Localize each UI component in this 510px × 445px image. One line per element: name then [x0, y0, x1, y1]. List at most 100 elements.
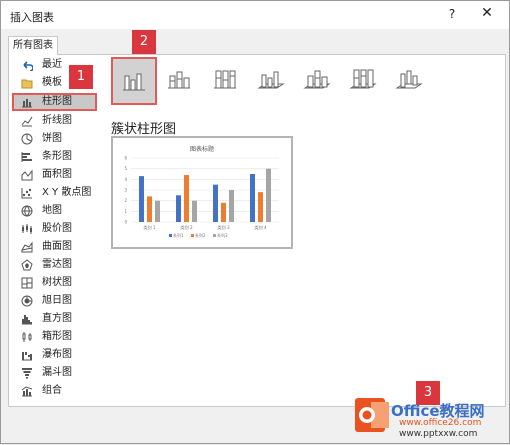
y-tick-label: 0 — [124, 220, 127, 225]
nav-item-label: 组合 — [42, 385, 62, 396]
bar-3-4 — [266, 168, 271, 222]
nav-item-line-chart[interactable]: 折线图 — [12, 112, 97, 130]
nav-item-stock-chart[interactable]: 股价图 — [12, 220, 97, 238]
nav-item-bar-chart[interactable]: 条形图 — [12, 148, 97, 166]
subtype-3d-100-stacked-column[interactable] — [343, 59, 383, 99]
stock-chart-icon — [21, 223, 33, 235]
nav-item-label: 瀑布图 — [42, 349, 72, 360]
x-tick-label: 类别 1 — [143, 224, 156, 231]
bar-chart-icon — [21, 151, 33, 163]
nav-item-sunburst-chart[interactable]: 旭日图 — [12, 292, 97, 310]
sunburst-chart-icon — [21, 295, 33, 307]
column-chart-icon — [21, 96, 33, 108]
nav-item-label: 股价图 — [42, 223, 72, 234]
box-whisker-chart-icon — [21, 331, 33, 343]
nav-item-label: 柱形图 — [42, 96, 72, 107]
combo-chart-icon — [21, 385, 33, 397]
legend-swatch — [191, 234, 194, 237]
close-button[interactable]: ✕ — [479, 5, 495, 21]
nav-item-label: 树状图 — [42, 277, 72, 288]
y-tick-label: 6 — [124, 156, 127, 161]
y-tick-label: 3 — [124, 188, 127, 193]
nav-item-label: 条形图 — [42, 151, 72, 162]
legend-label: 系列3 — [217, 232, 228, 238]
nav-item-area-chart[interactable]: 面积图 — [12, 166, 97, 184]
nav-item-map-chart[interactable]: 地图 — [12, 202, 97, 220]
percent-stacked-column-icon — [214, 70, 236, 89]
y-tick-label: 2 — [124, 198, 127, 203]
area-chart-icon — [21, 169, 33, 181]
y-tick-label: 1 — [124, 209, 127, 214]
subtype-3d-column[interactable] — [389, 59, 429, 99]
legend-label: 系列1 — [173, 232, 184, 238]
legend-swatch — [169, 234, 172, 237]
nav-item-label: 旭日图 — [42, 295, 72, 306]
nav-item-label: 直方图 — [42, 313, 72, 324]
subtype-clustered-column[interactable] — [111, 57, 157, 105]
nav-item-combo-chart[interactable]: 组合 — [12, 382, 97, 400]
subtype-3d-stacked-column[interactable] — [297, 59, 337, 99]
map-chart-icon — [21, 205, 33, 217]
bar-1-4 — [250, 174, 255, 222]
bar-2-4 — [258, 192, 263, 222]
nav-item-label: 面积图 — [42, 169, 72, 180]
subtype-stacked-column[interactable] — [159, 59, 199, 99]
funnel-chart-icon — [21, 367, 33, 379]
nav-item-box-whisker-chart[interactable]: 箱形图 — [12, 328, 97, 346]
nav-item-histogram-chart[interactable]: 直方图 — [12, 310, 97, 328]
bar-1-2 — [176, 195, 181, 222]
bar-1-1 — [139, 176, 144, 222]
nav-item-label: 模板 — [42, 77, 62, 88]
nav-item-column-chart[interactable]: 柱形图 — [12, 93, 97, 111]
nav-item-pie-chart[interactable]: 饼图 — [12, 130, 97, 148]
bar-3-2 — [192, 200, 197, 222]
waterfall-chart-icon — [21, 349, 33, 361]
chart-preview-svg: 图表标题 0 1 2 3 4 5 6 类别 1 类别 2 类别 3 类别 4 系列1 系列2 系列3 — [124, 145, 279, 238]
insert-chart-dialog: 插入图表 ? ✕ 所有图表 最近模板柱形图折线图饼图条形图面积图 X Y 散点图地… — [0, 0, 510, 444]
nav-item-surface-chart[interactable]: 曲面图 — [12, 238, 97, 256]
treemap-chart-icon — [21, 277, 33, 289]
scatter-chart-icon — [21, 187, 33, 199]
nav-item-label: 折线图 — [42, 115, 72, 126]
nav-item-label: 箱形图 — [42, 331, 72, 342]
x-tick-label: 类别 4 — [254, 224, 267, 231]
subtype-100-stacked-column[interactable] — [205, 59, 245, 99]
stacked-column-icon — [168, 71, 190, 89]
y-tick-label: 5 — [124, 166, 127, 171]
nav-item-funnel-chart[interactable]: 漏斗图 — [12, 364, 97, 382]
x-tick-label: 类别 3 — [217, 224, 230, 231]
nav-item-scatter-chart[interactable]: X Y 散点图 — [12, 184, 97, 202]
help-button[interactable]: ? — [445, 7, 459, 21]
watermark: Office教程网 www.office26.com www.pptxxw.co… — [353, 394, 509, 442]
nav-item-label: 最近 — [42, 59, 62, 70]
step-badge-1: 1 — [69, 65, 93, 89]
bar-2-1 — [147, 196, 152, 222]
subtype-title: 簇状柱形图 — [111, 122, 177, 137]
x-tick-label: 类别 2 — [180, 224, 193, 231]
radar-chart-icon — [21, 259, 33, 271]
nav-item-label: 地图 — [42, 205, 62, 216]
chart-preview[interactable]: 图表标题 0 1 2 3 4 5 6 类别 1 类别 2 类别 3 类别 4 系列1 系列2 系列3 — [111, 136, 293, 249]
bar-2-3 — [221, 202, 226, 222]
title-bar: 插入图表 ? ✕ — [1, 1, 509, 29]
3d-clustered-column-icon — [257, 71, 285, 89]
undo-icon — [21, 59, 33, 71]
legend-swatch — [213, 234, 216, 237]
nav-item-treemap-chart[interactable]: 树状图 — [12, 274, 97, 292]
nav-item-radar-chart[interactable]: 雷达图 — [12, 256, 97, 274]
nav-item-label: 漏斗图 — [42, 367, 72, 378]
nav-item-waterfall-chart[interactable]: 瀑布图 — [12, 346, 97, 364]
watermark-url-2: www.pptxxw.com — [399, 429, 478, 439]
3d-stacked-column-icon — [303, 70, 331, 89]
3d-column-icon — [395, 70, 423, 89]
nav-item-label: 饼图 — [42, 133, 62, 144]
bar-3-3 — [229, 190, 234, 222]
chart-type-list: 最近模板柱形图折线图饼图条形图面积图 X Y 散点图地图股价图曲面图雷达图树状图旭… — [12, 56, 97, 400]
subtype-3d-clustered-column[interactable] — [251, 59, 291, 99]
folder-icon — [21, 77, 33, 89]
bar-1-3 — [213, 184, 218, 222]
tab-all-charts[interactable]: 所有图表 — [8, 36, 58, 55]
clustered-column-icon — [123, 73, 145, 91]
line-chart-icon — [21, 115, 33, 127]
nav-item-label: 曲面图 — [42, 241, 72, 252]
